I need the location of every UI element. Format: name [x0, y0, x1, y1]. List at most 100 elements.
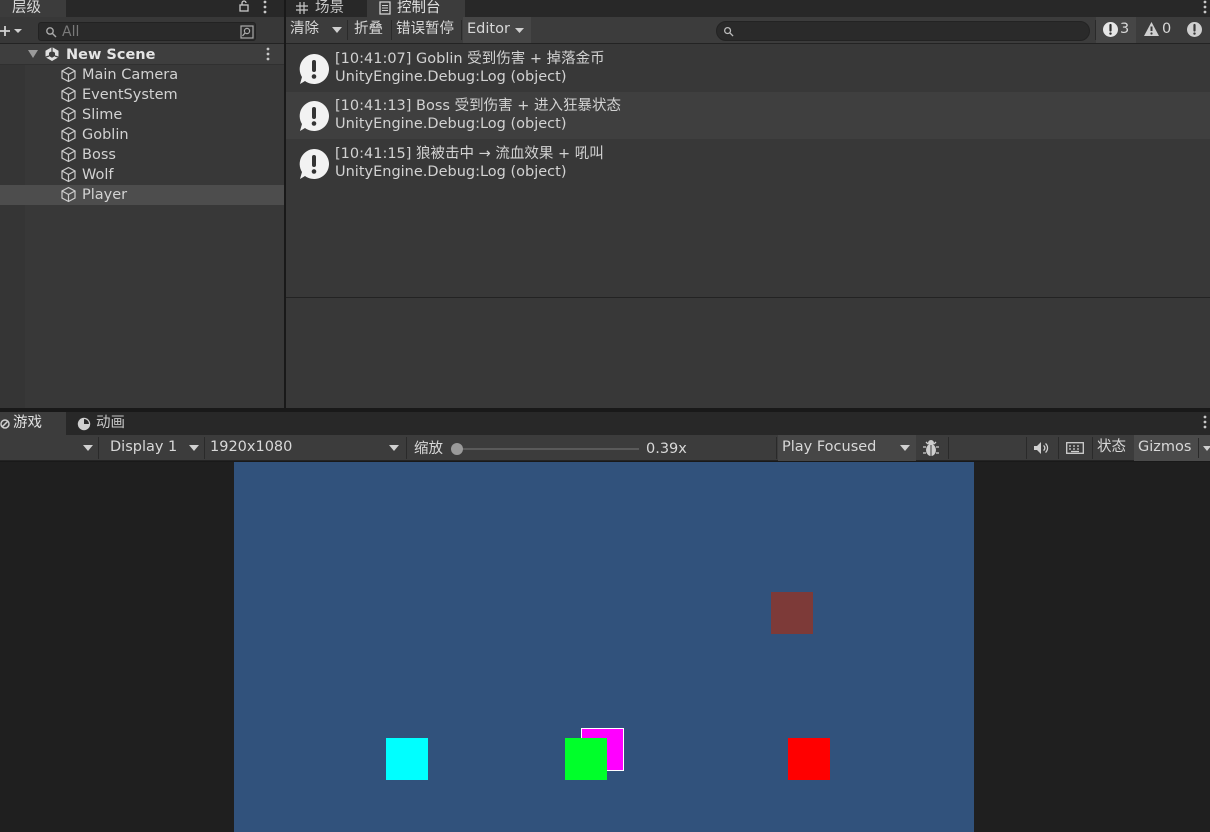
scale-label: 缩放	[414, 441, 443, 457]
console-more-icon[interactable]	[1202, 0, 1208, 14]
brown-square-sprite	[771, 592, 813, 634]
clear-button-label: 清除	[290, 21, 319, 37]
chevron-down-icon	[515, 28, 524, 33]
log-message: [10:41:15] 狼被击中 → 流血效果 + 吼叫	[335, 146, 604, 162]
log-source: UnityEngine.Debug:Log (object)	[335, 164, 567, 180]
gameobject-cube-icon	[61, 106, 76, 123]
expand-arrow-icon[interactable]	[28, 49, 38, 59]
log-source: UnityEngine.Debug:Log (object)	[335, 116, 567, 132]
info-speech-bubble-icon	[299, 54, 329, 84]
display-dropdown[interactable]: Display 1	[100, 435, 203, 461]
gameobject-cube-icon	[61, 166, 76, 183]
warning-count: 0	[1162, 21, 1172, 37]
animation-clock-icon	[77, 417, 91, 431]
log-message: [10:41:13] Boss 受到伤害 + 进入狂暴状态	[335, 98, 621, 114]
info-filter-toggle[interactable]: 3	[1096, 17, 1136, 43]
tab-animation[interactable]: 动画	[68, 412, 138, 435]
error-pause-button-label: 错误暂停	[396, 21, 454, 37]
hierarchy-search-field[interactable]: All	[38, 22, 256, 41]
hierarchy-item-label: EventSystem	[82, 87, 178, 103]
console-search-input[interactable]	[716, 21, 1090, 41]
log-message: [10:41:07] Goblin 受到伤害 + 掉落金币	[335, 51, 605, 67]
game-controller-icon	[0, 419, 10, 429]
unity-scene-icon	[45, 47, 59, 61]
hierarchy-item-label: Boss	[82, 147, 116, 163]
tab-console[interactable]: 控制台	[367, 0, 465, 17]
hierarchy-item-label: Player	[82, 187, 128, 203]
resolution-dropdown[interactable]: 1920x1080	[206, 435, 404, 461]
game-view-dropdown-arrow-icon[interactable]	[83, 444, 93, 452]
more-options-icon[interactable]	[262, 0, 268, 14]
game-canvas[interactable]	[234, 462, 974, 832]
editor-dropdown[interactable]: Editor	[463, 17, 531, 43]
gizmos-toggle[interactable]: Gizmos	[1134, 435, 1210, 461]
scale-value: 0.39x	[646, 441, 687, 457]
tab-hierarchy[interactable]: 层级	[0, 0, 66, 17]
scene-row[interactable]: New Scene	[0, 44, 284, 65]
warning-triangle-icon	[1144, 22, 1159, 36]
log-entry[interactable]: [10:41:07] Goblin 受到伤害 + 掉落金币 UnityEngin…	[286, 45, 1210, 92]
error-circle-icon	[1187, 22, 1202, 37]
tab-animation-label: 动画	[96, 415, 125, 431]
collapse-button-label: 折叠	[354, 21, 383, 37]
hierarchy-item-eventsystem[interactable]: EventSystem	[0, 85, 284, 105]
hierarchy-item-player[interactable]: Player	[0, 185, 284, 205]
info-count: 3	[1120, 21, 1130, 37]
tab-scene[interactable]: 场景	[286, 0, 364, 17]
tab-scene-label: 场景	[315, 0, 344, 16]
clear-options-arrow-icon[interactable]	[332, 26, 342, 34]
search-icon	[46, 27, 57, 38]
bug-icon	[923, 440, 939, 456]
cyan-square-sprite	[386, 738, 428, 780]
info-speech-bubble-icon	[299, 149, 329, 179]
gameobject-cube-icon	[61, 146, 76, 163]
hierarchy-item-label: Main Camera	[82, 67, 179, 83]
error-filter-toggle[interactable]	[1178, 17, 1210, 43]
gameobject-cube-icon	[61, 66, 76, 83]
hierarchy-item-boss[interactable]: Boss	[0, 145, 284, 165]
collapse-button[interactable]: 折叠	[350, 17, 390, 43]
game-tab-bar	[0, 412, 1210, 435]
stats-toggle[interactable]: 状态	[1093, 435, 1133, 461]
chevron-down-icon	[900, 445, 910, 451]
info-bubble-icon	[1103, 22, 1118, 37]
play-mode-dropdown[interactable]: Play Focused	[778, 435, 916, 461]
display-label: Display 1	[110, 439, 178, 455]
green-overlap-sprite	[581, 738, 607, 771]
play-mode-label: Play Focused	[782, 439, 877, 455]
log-source: UnityEngine.Debug:Log (object)	[335, 69, 567, 85]
game-more-icon[interactable]	[1202, 415, 1208, 429]
tab-game[interactable]: 游戏	[0, 412, 66, 435]
editor-dropdown-label: Editor	[467, 21, 510, 37]
gameobject-cube-icon	[61, 186, 76, 203]
clear-button[interactable]: 清除	[286, 17, 330, 43]
scale-slider-handle[interactable]	[451, 443, 463, 455]
console-doc-icon	[379, 1, 391, 15]
log-entry[interactable]: [10:41:15] 狼被击中 → 流血效果 + 吼叫 UnityEngine.…	[286, 140, 1210, 187]
lock-icon[interactable]	[238, 0, 250, 12]
hierarchy-item-wolf[interactable]: Wolf	[0, 165, 284, 185]
console-detail-area	[286, 298, 1210, 408]
error-pause-button[interactable]: 错误暂停	[392, 17, 460, 43]
hierarchy-item-goblin[interactable]: Goblin	[0, 125, 284, 145]
scale-slider-track[interactable]	[455, 448, 639, 450]
tab-console-label: 控制台	[397, 0, 441, 16]
mute-audio-toggle[interactable]	[1027, 435, 1057, 461]
stats-label: 状态	[1097, 439, 1126, 455]
hierarchy-item-label: Goblin	[82, 127, 129, 143]
hierarchy-search-placeholder: All	[62, 24, 80, 40]
scene-name: New Scene	[66, 47, 156, 63]
log-entry[interactable]: [10:41:13] Boss 受到伤害 + 进入狂暴状态 UnityEngin…	[286, 92, 1210, 139]
add-dropdown-icon[interactable]	[0, 24, 26, 38]
shortcuts-toggle[interactable]	[1059, 435, 1091, 461]
resolution-label: 1920x1080	[210, 439, 293, 455]
search-icon	[724, 27, 734, 37]
chevron-down-icon[interactable]	[1203, 445, 1210, 452]
search-filter-icon[interactable]	[240, 25, 254, 39]
warning-filter-toggle[interactable]: 0	[1138, 17, 1176, 43]
hierarchy-item-main-camera[interactable]: Main Camera	[0, 65, 284, 85]
scene-more-icon[interactable]	[265, 47, 271, 61]
info-speech-bubble-icon	[299, 101, 329, 131]
hierarchy-item-slime[interactable]: Slime	[0, 105, 284, 125]
debug-toggle[interactable]	[917, 435, 947, 461]
